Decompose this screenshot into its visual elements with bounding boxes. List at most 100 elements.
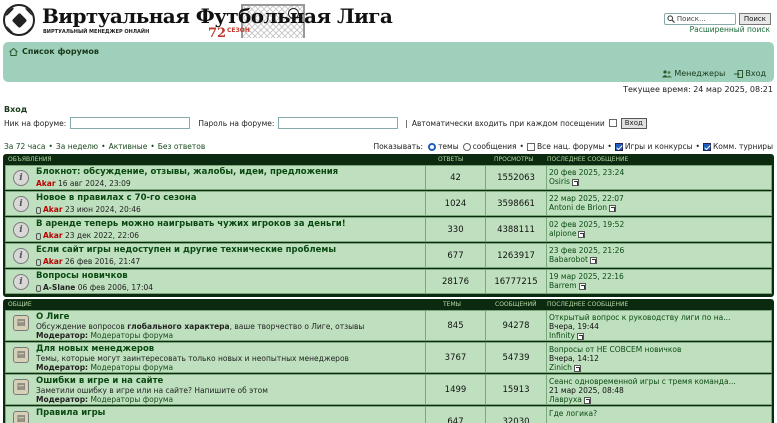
last-post-user[interactable]: Лавруха: [549, 395, 582, 404]
last-post-user[interactable]: Infinity: [549, 331, 575, 340]
password-label: Пароль на форуме:: [198, 118, 275, 128]
games-checkbox[interactable]: [614, 142, 623, 151]
moderators-link[interactable]: Модераторы форума: [90, 363, 173, 372]
topic-author[interactable]: Akar: [43, 257, 63, 266]
topic-title[interactable]: Если сайт игры недоступен и другие техни…: [36, 245, 336, 255]
forum-title[interactable]: О Лиге: [36, 312, 69, 322]
announcement-row[interactable]: i Новое в правилах с 70-го сезона Akar 2…: [5, 191, 772, 216]
goto-last-post-icon[interactable]: [589, 256, 597, 264]
topic-info-icon: i: [13, 248, 29, 264]
topic-author[interactable]: Akar: [43, 205, 63, 214]
users-icon: [662, 69, 673, 77]
last-post: 19 мар 2025, 22:16 Barrem: [546, 270, 624, 293]
games-label: Игры и конкурсы: [624, 142, 693, 151]
goto-last-post-icon[interactable]: [573, 364, 581, 372]
views-count: 1263917: [485, 244, 546, 267]
posts-count: 94278: [485, 311, 546, 340]
last-post-user[interactable]: Babarobot: [549, 255, 588, 264]
topic-title[interactable]: Вопросы новичков: [36, 271, 128, 281]
announcement-row[interactable]: i Блокнот: обсуждение, отзывы, жалобы, и…: [5, 165, 772, 190]
login-icon: [734, 69, 744, 78]
logo-subtitle: ВИРТУАЛЬНЫЙ МЕНЕДЖЕР ОНЛАЙН: [43, 29, 150, 35]
messages-radio[interactable]: [462, 142, 471, 151]
topic-date: 06 фев 2006, 17:04: [77, 283, 154, 292]
last-post-date: 22 мар 2025, 22:07: [549, 194, 624, 203]
forum-title[interactable]: Правила игры: [36, 408, 105, 418]
announcements-section: Объявления Ответы Просмотры Последнее со…: [3, 154, 774, 297]
forum-description: Обсуждение вопросов глобального характер…: [36, 322, 364, 331]
section-header: Объявления Ответы Просмотры Последнее со…: [5, 154, 772, 165]
link-active[interactable]: Активные: [109, 142, 148, 151]
managers-link[interactable]: Менеджеры: [662, 69, 725, 78]
link-week[interactable]: За неделю: [56, 142, 98, 151]
autologin-checkbox[interactable]: [608, 119, 617, 127]
breadcrumb[interactable]: Список форумов: [9, 47, 99, 56]
link-72-hours[interactable]: За 72 часа: [4, 142, 45, 151]
forum-description-text: , ваше творчество о Лиге, отзывы: [229, 322, 365, 331]
topic-author[interactable]: Akar: [43, 231, 63, 240]
goto-last-post-icon[interactable]: [578, 282, 586, 290]
forum-description-bold: глобального характера: [127, 322, 230, 331]
last-post-user[interactable]: Barrem: [549, 281, 577, 290]
dot-separator: •: [695, 142, 700, 151]
site-header: Виртуальная Футбольная Лига ВИРТУАЛЬНЫЙ …: [0, 0, 777, 42]
last-post: 22 мар 2025, 22:07 Antoni de Brion: [546, 192, 624, 215]
general-section: Общие Темы Сообщений Последнее сообщение…: [3, 299, 774, 423]
forum-title[interactable]: Ошибки в игре и на сайте: [36, 376, 163, 386]
forum-row[interactable]: ▤ Правила игры 647 32030 Где логика?: [5, 406, 772, 423]
last-post-title[interactable]: Вопросы от НЕ СОВСЕМ новичков: [549, 345, 681, 354]
forum-row[interactable]: ▤ Ошибки в игре и на сайте Заметили ошиб…: [5, 374, 772, 405]
announcement-row[interactable]: i Если сайт игры недоступен и другие тех…: [5, 243, 772, 268]
last-post-title[interactable]: Открытый вопрос к руководству лиги по на…: [549, 313, 730, 322]
last-post-user[interactable]: alpione: [549, 229, 576, 238]
last-post-user[interactable]: Zinich: [549, 363, 572, 372]
moderators-link[interactable]: Модераторы форума: [90, 331, 173, 340]
topics-radio[interactable]: [428, 142, 437, 151]
forum-row[interactable]: ▤ Для новых менеджеров Темы, которые мог…: [5, 342, 772, 373]
page: { "header": { "logo_title": "Виртуальная…: [0, 0, 777, 423]
topic-title[interactable]: Блокнот: обсуждение, отзывы, жалобы, иде…: [36, 167, 338, 177]
last-post-title[interactable]: Где логика?: [549, 409, 597, 418]
search-input[interactable]: Поиск...: [663, 13, 736, 25]
login-button[interactable]: Вход: [620, 117, 647, 129]
replies-count: 677: [425, 244, 485, 267]
goto-last-post-icon[interactable]: [576, 332, 584, 340]
nick-input[interactable]: [70, 117, 191, 129]
forum-moderators: Модератор: Модераторы форума: [36, 331, 173, 340]
last-post-date: 19 мар 2025, 22:16: [549, 272, 624, 281]
topic-date: 23 дек 2022, 22:06: [64, 231, 140, 240]
advanced-search-link[interactable]: Расширенный поиск: [690, 25, 770, 34]
all-national-checkbox[interactable]: [526, 142, 535, 151]
link-no-replies[interactable]: Без ответов: [158, 142, 206, 151]
announcement-row[interactable]: i Вопросы новичков A-Slane 06 фев 2006, …: [5, 269, 772, 294]
topic-title[interactable]: В аренде теперь можно наигрывать чужих и…: [36, 219, 346, 229]
topic-author[interactable]: A-Slane: [43, 283, 75, 292]
announcement-row[interactable]: i В аренде теперь можно наигрывать чужих…: [5, 217, 772, 242]
last-post-user[interactable]: Antoni de Brion: [549, 203, 607, 212]
breadcrumb-forum-list[interactable]: Список форумов: [22, 47, 99, 56]
site-logo[interactable]: Виртуальная Футбольная Лига ВИРТУАЛЬНЫЙ …: [3, 2, 393, 41]
tournaments-checkbox[interactable]: [702, 142, 711, 151]
forum-title[interactable]: Для новых менеджеров: [36, 344, 154, 354]
last-post-title[interactable]: Сеанс одновременной игры с тремя команда…: [549, 377, 736, 386]
announcement-rows: i Блокнот: обсуждение, отзывы, жалобы, и…: [5, 165, 772, 294]
views-count: 16777215: [485, 270, 546, 293]
topic-author[interactable]: Akar: [36, 179, 56, 188]
home-icon: [9, 47, 18, 56]
search-button[interactable]: Поиск: [738, 13, 771, 25]
topic-info-icon: i: [13, 196, 29, 212]
password-input[interactable]: [278, 117, 399, 129]
last-post-date: Вчера, 19:44: [549, 322, 599, 331]
topic-date: 23 июн 2024, 20:46: [64, 205, 141, 214]
forum-row[interactable]: ▤ О Лиге Обсуждение вопросов глобального…: [5, 310, 772, 341]
goto-last-post-icon[interactable]: [578, 230, 586, 238]
topic-title[interactable]: Новое в правилах с 70-го сезона: [36, 193, 196, 203]
goto-last-post-icon[interactable]: [609, 204, 617, 212]
last-post-date: 21 мар 2025, 08:48: [549, 386, 624, 395]
moderators-link[interactable]: Модераторы форума: [90, 395, 173, 404]
topic-meta: Akar 23 дек 2022, 22:06: [36, 231, 139, 240]
login-link[interactable]: Вход: [734, 69, 766, 78]
goto-last-post-icon[interactable]: [583, 396, 591, 404]
goto-last-post-icon[interactable]: [571, 178, 579, 186]
last-post-user[interactable]: Osiris: [549, 177, 570, 186]
